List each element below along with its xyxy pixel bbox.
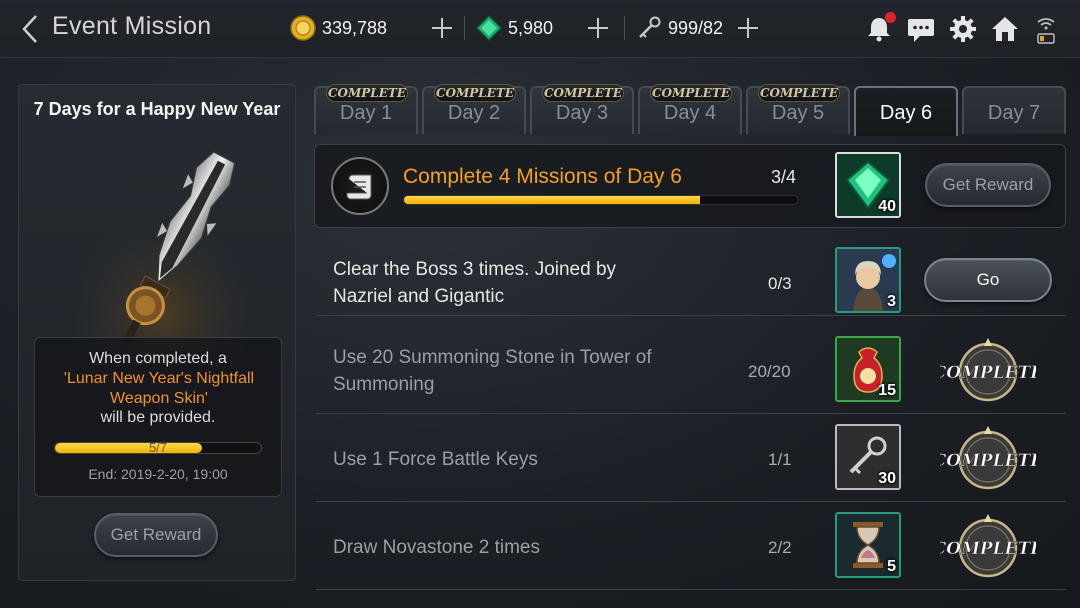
home-icon[interactable] <box>990 14 1020 44</box>
tab-day-3[interactable]: COMPLETE Day 3 <box>530 84 634 134</box>
scroll-icon <box>331 157 389 215</box>
tab-day-5[interactable]: COMPLETE Day 5 <box>746 84 850 134</box>
go-button[interactable]: Go <box>924 258 1052 302</box>
event-progress-text: 5/7 <box>148 442 168 454</box>
gold-amount: 339,788 <box>322 17 388 38</box>
event-end-date: End: 2019-2-20, 19:00 <box>88 466 228 482</box>
mission-count: 2/2 <box>768 538 792 557</box>
reward-key-item[interactable]: 30 <box>835 424 901 490</box>
tab-day-6[interactable]: Day 6 <box>854 86 958 136</box>
green-gem-icon <box>476 15 502 41</box>
tab-label: Day 5 <box>771 102 825 124</box>
key-currency: 999/82 <box>636 14 723 42</box>
event-progress-bar: 5/7 <box>54 442 262 454</box>
completion-text: When completed, a <box>89 350 227 367</box>
signal-battery-icon <box>1034 14 1058 44</box>
reward-summoning-stone-item[interactable]: 15 <box>835 336 901 402</box>
event-info-panel: 7 Days for a Happy New Year When complet… <box>18 84 296 581</box>
key-icon <box>639 16 661 38</box>
event-get-reward-button[interactable]: Get Reward <box>94 513 218 557</box>
row-divider <box>316 501 1066 502</box>
tab-day-1[interactable]: COMPLETE Day 1 <box>314 84 418 134</box>
tab-label: Day 6 <box>879 102 933 124</box>
reward-hourglass-item[interactable]: 5 <box>835 512 901 578</box>
gem-amount: 5,980 <box>508 17 554 38</box>
complete-stamp-label: COMPLETE <box>940 539 1036 559</box>
reward-quantity: 5 <box>887 558 896 575</box>
provided-text: will be provided. <box>100 409 216 426</box>
daily-mission-progress-fill <box>404 196 700 204</box>
top-bar: Event Mission 339,788 5,980 999/82 <box>0 0 1080 58</box>
gold-currency: 339,788 <box>290 14 387 42</box>
reward-info-box: When completed, a 'Lunar New Year's Nigh… <box>34 337 282 497</box>
reward-quantity: 30 <box>878 470 896 487</box>
mission-row: Draw Novastone 2 times 2/2 5 COMPLETE <box>316 504 1066 590</box>
tab-label: Day 4 <box>663 102 717 124</box>
gear-icon[interactable] <box>948 14 978 44</box>
tab-label: Day 2 <box>447 102 501 124</box>
complete-badge: COMPLETE <box>758 84 840 102</box>
complete-stamp: COMPLETE <box>932 422 1045 498</box>
row-divider <box>316 589 1066 590</box>
mission-count: 20/20 <box>748 362 791 381</box>
reward-quantity: 15 <box>878 382 896 399</box>
reward-quantity: 40 <box>878 198 896 215</box>
tab-label: Day 3 <box>555 102 609 124</box>
daily-mission-title: Complete 4 Missions of Day 6 <box>403 165 682 188</box>
add-key-button[interactable] <box>736 14 760 42</box>
page-title: Event Mission <box>52 12 212 40</box>
divider <box>464 16 465 40</box>
chat-icon[interactable] <box>906 14 936 44</box>
divider <box>624 16 625 40</box>
reward-gem-item[interactable]: 40 <box>835 152 901 218</box>
mission-title: Use 20 Summoning Stone in Tower of Summo… <box>333 347 652 395</box>
row-divider <box>316 413 1066 414</box>
complete-badge: COMPLETE <box>434 84 516 102</box>
tab-label: Day 7 <box>987 102 1041 124</box>
notification-bell-icon[interactable] <box>864 12 896 44</box>
mission-title: Clear the Boss 3 times. Joined by Nazrie… <box>333 259 617 307</box>
complete-badge: COMPLETE <box>650 84 732 102</box>
complete-stamp-label: COMPLETE <box>940 363 1036 383</box>
complete-badge: COMPLETE <box>542 84 624 102</box>
event-title: 7 Days for a Happy New Year <box>33 99 281 119</box>
add-gold-button[interactable] <box>430 14 454 42</box>
row-divider <box>316 315 1066 316</box>
tab-day-2[interactable]: COMPLETE Day 2 <box>422 84 526 134</box>
mission-title: Use 1 Force Battle Keys <box>333 449 538 470</box>
back-chevron-icon[interactable] <box>18 12 42 46</box>
mission-row: Use 1 Force Battle Keys 1/1 30 COMPLETE <box>316 416 1066 502</box>
mission-count: 1/1 <box>768 450 792 469</box>
reward-character-item[interactable]: 3 <box>835 247 901 313</box>
mission-row: Clear the Boss 3 times. Joined by Nazrie… <box>316 230 1066 316</box>
gold-coin-icon <box>290 15 316 41</box>
tab-day-7[interactable]: Day 7 <box>962 86 1066 134</box>
daily-mission-progress-bar <box>403 195 799 205</box>
notification-dot <box>885 12 896 23</box>
tab-day-4[interactable]: COMPLETE Day 4 <box>638 84 742 134</box>
weapon-skin-image <box>77 150 247 365</box>
complete-stamp-label: COMPLETE <box>940 451 1036 471</box>
mission-row: Use 20 Summoning Stone in Tower of Summo… <box>316 328 1066 414</box>
gem-currency: 5,980 <box>476 14 553 42</box>
tab-label: Day 1 <box>339 102 393 124</box>
reward-quantity: 3 <box>887 293 896 310</box>
mission-title: Draw Novastone 2 times <box>333 537 540 558</box>
daily-mission-summary: Complete 4 Missions of Day 6 3/4 40 Get … <box>314 144 1066 228</box>
mission-count: 0/3 <box>768 274 792 293</box>
add-gem-button[interactable] <box>586 14 610 42</box>
complete-stamp: COMPLETE <box>932 510 1045 586</box>
reward-name: 'Lunar New Year's Nightfall Weapon Skin' <box>63 370 255 407</box>
complete-badge: COMPLETE <box>326 84 408 102</box>
complete-stamp: COMPLETE <box>932 334 1045 410</box>
key-amount: 999/82 <box>668 17 724 38</box>
daily-mission-count: 3/4 <box>771 167 797 187</box>
daily-get-reward-button[interactable]: Get Reward <box>925 163 1051 207</box>
